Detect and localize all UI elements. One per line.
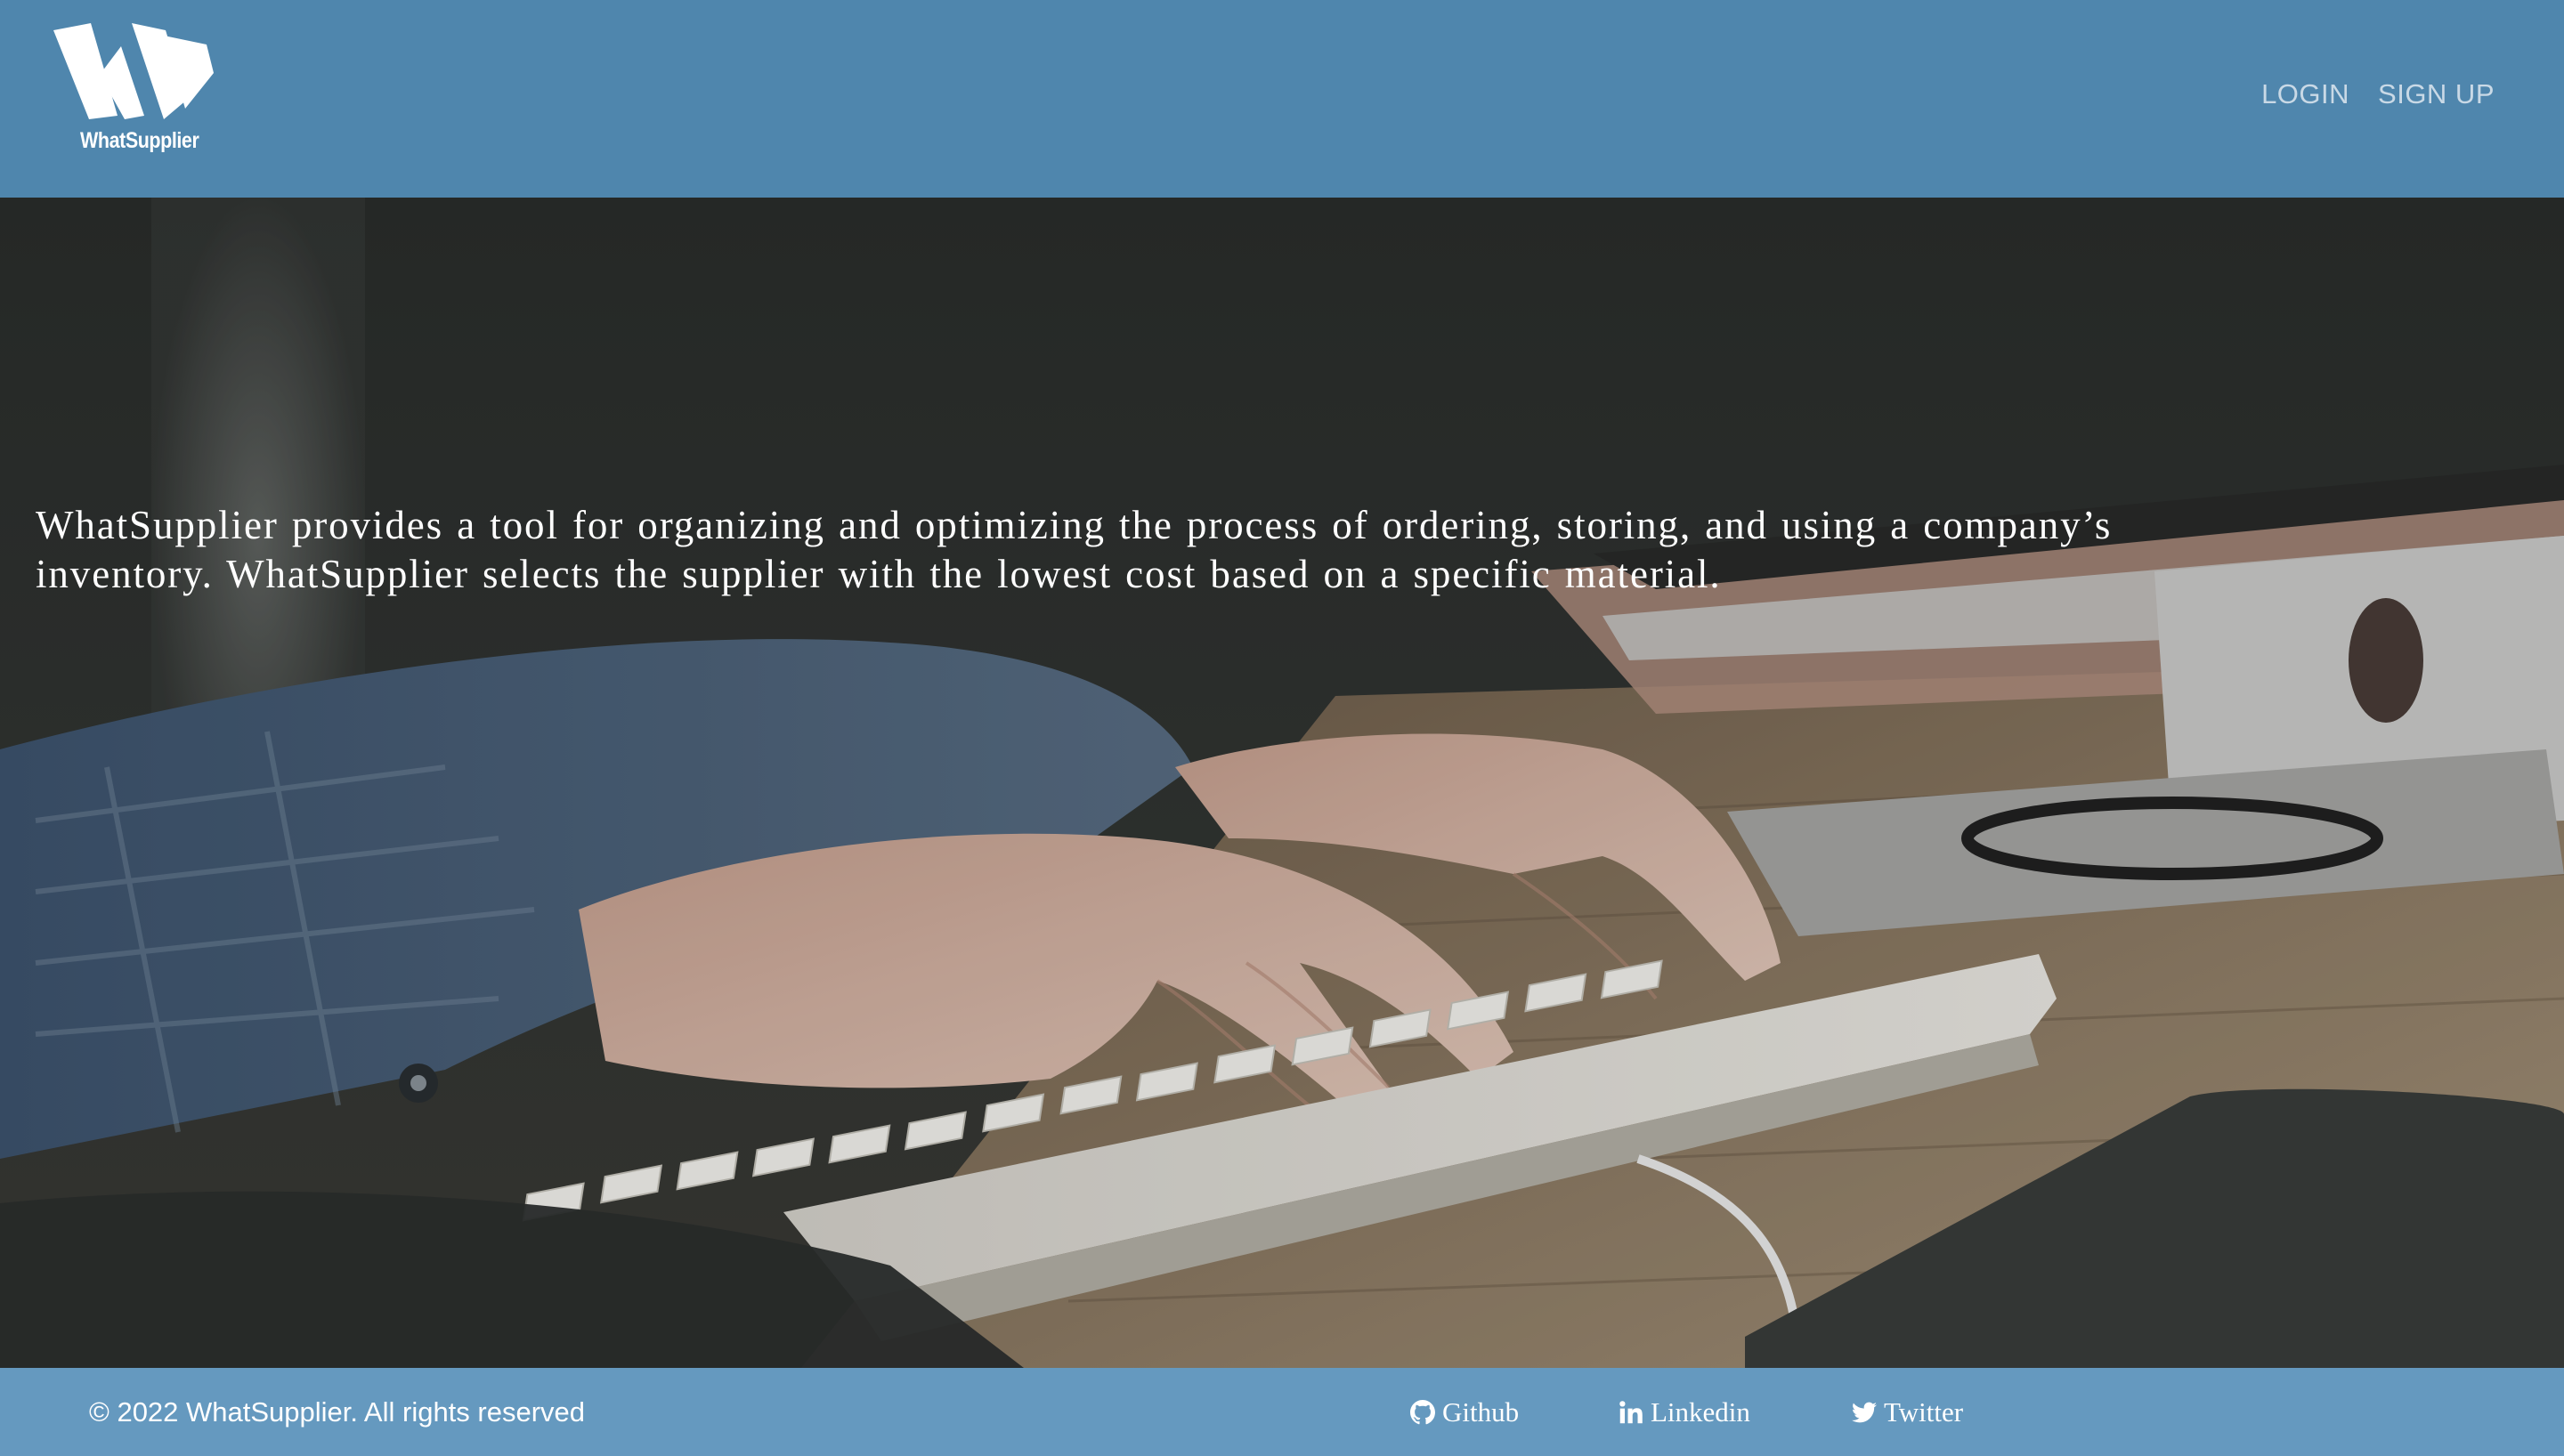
- page: WhatSupplier LOGIN SIGN UP WhatSupplier …: [0, 0, 2564, 1456]
- github-label: Github: [1442, 1396, 1520, 1428]
- linkedin-icon: [1619, 1401, 1643, 1424]
- twitter-link[interactable]: Twitter: [1852, 1396, 1963, 1428]
- linkedin-label: Linkedin: [1651, 1396, 1750, 1428]
- signup-link[interactable]: SIGN UP: [2378, 78, 2495, 110]
- twitter-icon: [1852, 1402, 1877, 1423]
- hero-background-image: [0, 198, 2564, 1368]
- logo-text: WhatSupplier: [80, 128, 199, 153]
- github-link[interactable]: Github: [1410, 1396, 1519, 1428]
- copyright-text: © 2022 WhatSupplier. All rights reserved: [89, 1396, 586, 1428]
- github-icon: [1410, 1400, 1435, 1425]
- site-footer: © 2022 WhatSupplier. All rights reserved…: [0, 1368, 2564, 1456]
- hero-description: WhatSupplier provides a tool for organiz…: [36, 503, 2113, 596]
- linkedin-link[interactable]: Linkedin: [1619, 1396, 1750, 1428]
- twitter-label: Twitter: [1884, 1396, 1964, 1428]
- top-nav: LOGIN SIGN UP: [2261, 78, 2495, 110]
- site-header: WhatSupplier LOGIN SIGN UP: [0, 0, 2564, 198]
- login-link[interactable]: LOGIN: [2261, 78, 2349, 110]
- logo-link[interactable]: WhatSupplier: [53, 23, 223, 166]
- w-logo-icon: [53, 23, 214, 119]
- hero-section: WhatSupplier provides a tool for organiz…: [0, 198, 2564, 1368]
